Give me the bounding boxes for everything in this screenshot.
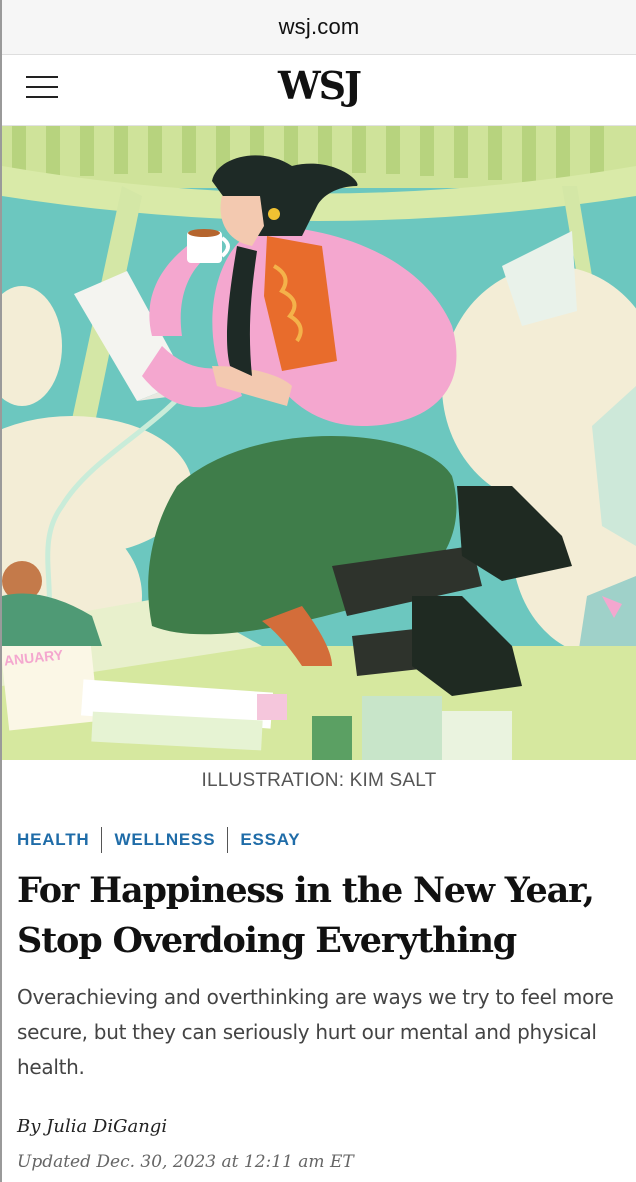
article-dek: Overachieving and overthinking are ways …: [17, 985, 614, 1079]
site-header: WSJ: [2, 55, 636, 126]
tag-wellness[interactable]: WELLNESS: [114, 830, 215, 850]
byline: By Julia DiGangi: [17, 1116, 167, 1137]
image-caption: ILLUSTRATION: KIM SALT: [201, 770, 437, 791]
tag-health[interactable]: HEALTH: [17, 830, 89, 850]
author-link[interactable]: Julia DiGangi: [46, 1116, 167, 1137]
article-headline: For Happiness in the New Year, Stop Over…: [17, 870, 595, 961]
wsj-logo[interactable]: WSJ: [2, 63, 636, 108]
url-text[interactable]: wsj.com: [279, 14, 360, 40]
illustration-svg: ANUARY: [2, 126, 636, 760]
tag-essay[interactable]: ESSAY: [240, 830, 300, 850]
tag-divider: [227, 827, 229, 853]
tag-divider: [101, 827, 103, 853]
byline-prefix: By: [17, 1116, 41, 1137]
article-tags: HEALTH WELLNESS ESSAY: [17, 827, 300, 853]
browser-url-bar[interactable]: wsj.com: [2, 0, 636, 55]
hero-illustration: ANUARY: [2, 126, 636, 760]
article-timestamp: Updated Dec. 30, 2023 at 12:11 am ET: [17, 1152, 354, 1172]
